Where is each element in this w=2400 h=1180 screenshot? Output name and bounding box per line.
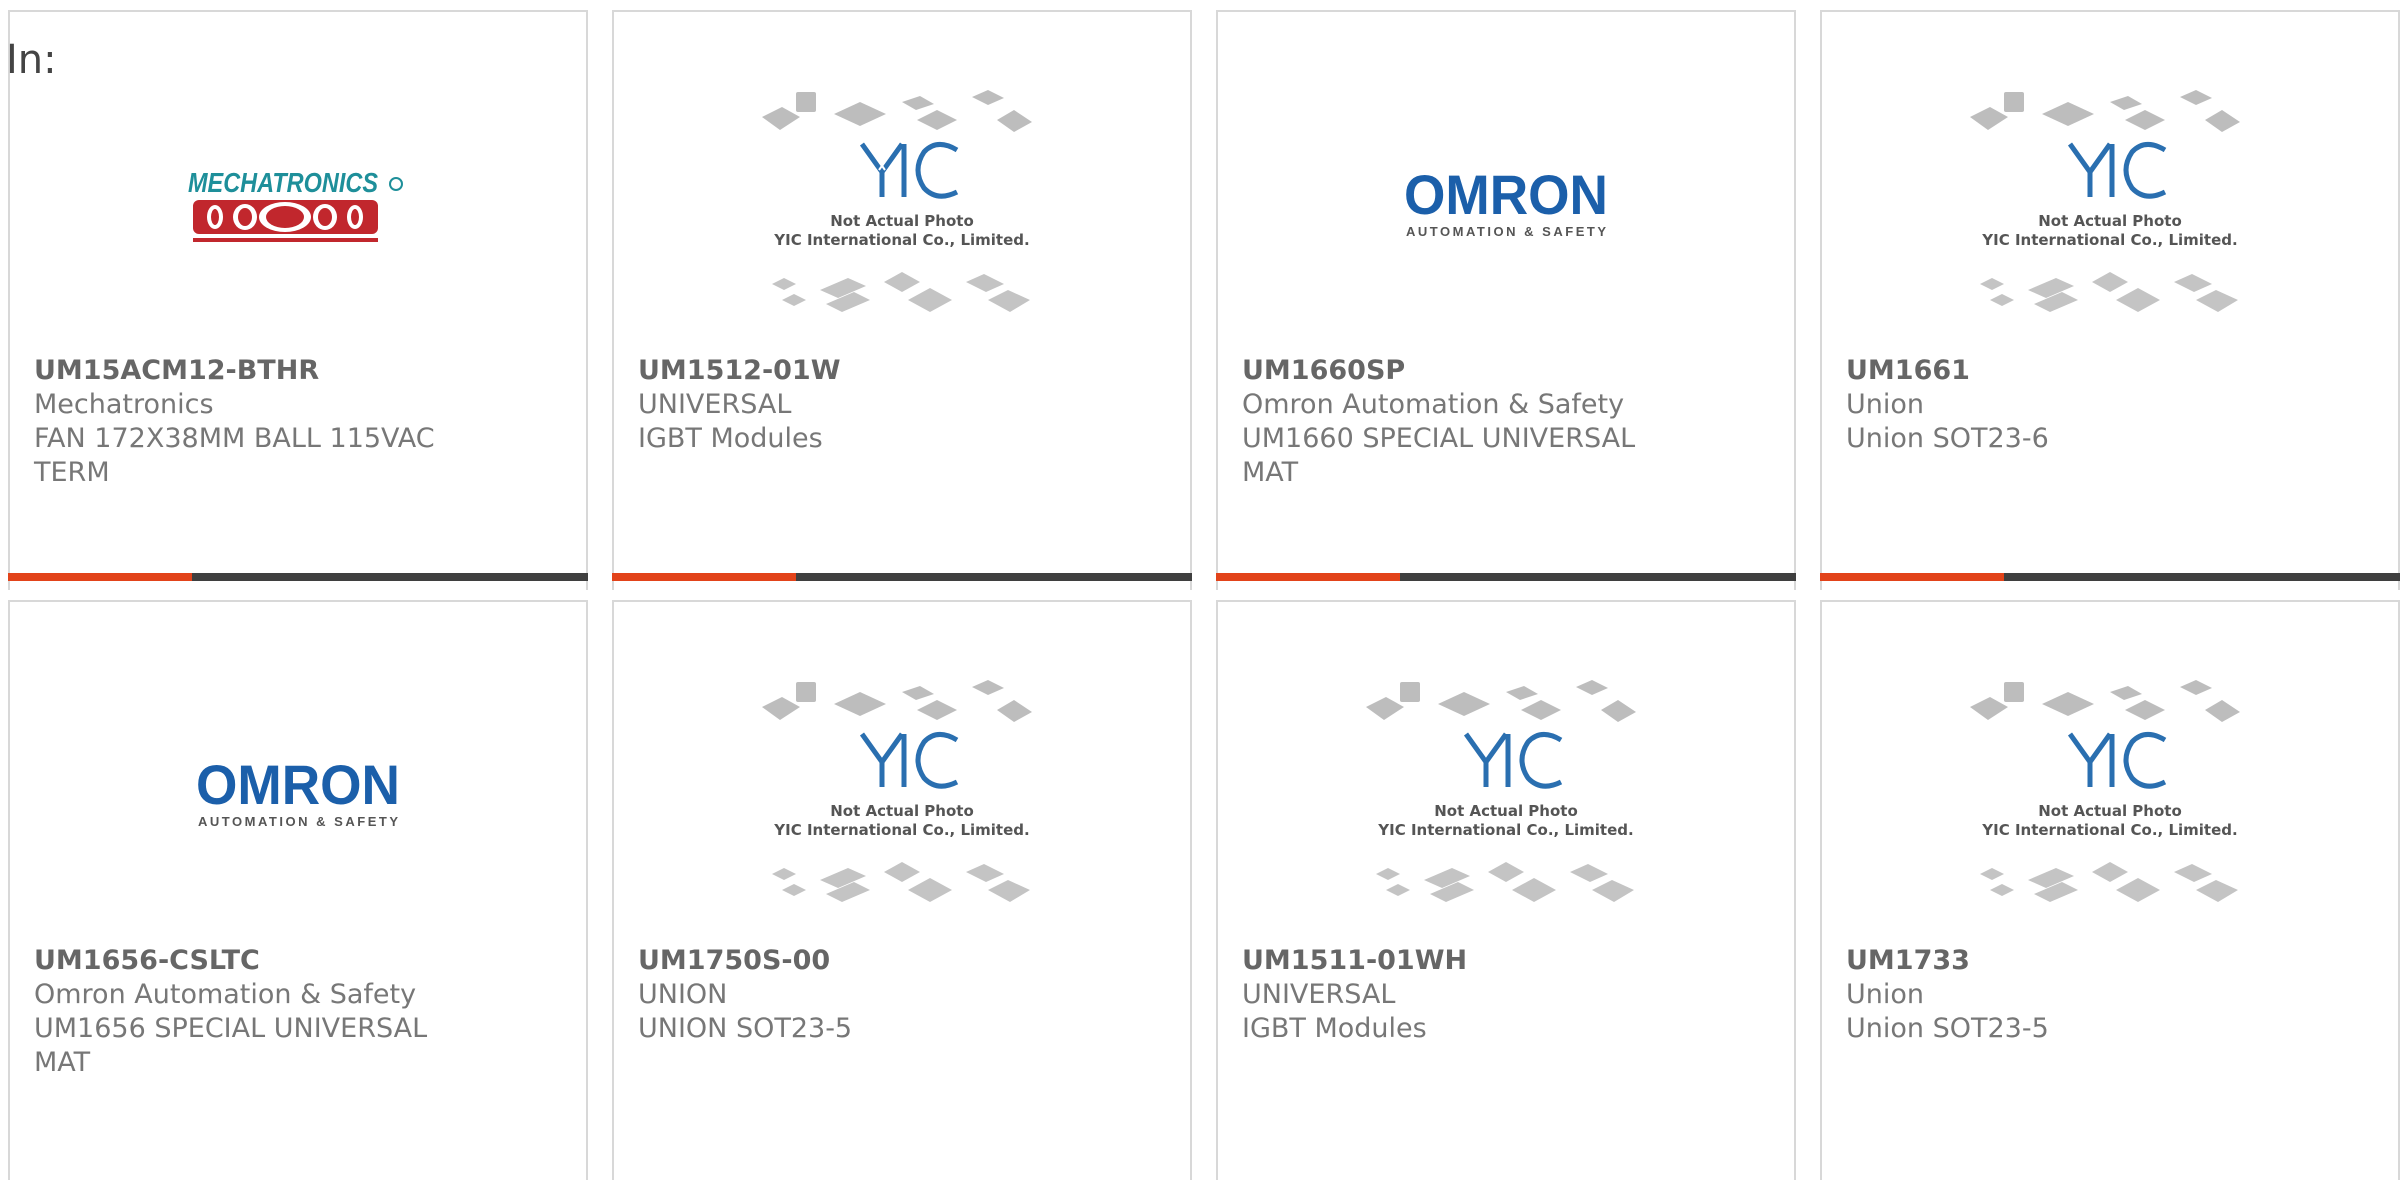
product-image[interactable]: OMRON AUTOMATION & SAFETY	[1218, 52, 1794, 362]
svg-text:YIC International Co., Limited: YIC International Co., Limited.	[1377, 821, 1633, 839]
svg-text:YIC International Co., Limited: YIC International Co., Limited.	[773, 821, 1029, 839]
description: IGBT Modules	[1242, 1013, 1427, 1044]
description: UM1656 SPECIAL UNIVERSAL MAT	[34, 1013, 428, 1078]
not-actual-photo-placeholder: Not Actual Photo YIC International Co., …	[762, 680, 1032, 902]
product-image[interactable]: Not Actual Photo YIC International Co., …	[1822, 52, 2398, 362]
product-card[interactable]: OMRON AUTOMATION & SAFETY UM1660SP Omron…	[1216, 10, 1796, 590]
product-card[interactable]: Not Actual Photo YIC International Co., …	[1216, 600, 1796, 1180]
manufacturer: Union	[1846, 979, 1925, 1010]
part-number[interactable]: UM15ACM12-BTHR	[34, 354, 562, 388]
part-number[interactable]: UM1733	[1846, 944, 2374, 978]
product-card[interactable]: Not Actual Photo YIC International Co., …	[1820, 10, 2400, 590]
svg-text:YIC International Co., Limited: YIC International Co., Limited.	[773, 231, 1029, 249]
card-accent-bar	[612, 573, 1192, 581]
product-image[interactable]: MECHATRONICS	[10, 52, 586, 362]
not-actual-photo-placeholder: Not Actual Photo YIC International Co., …	[1366, 680, 1636, 902]
description: Union SOT23-6	[1846, 423, 2049, 454]
card-accent-bar	[8, 573, 588, 581]
description: IGBT Modules	[638, 423, 823, 454]
product-grid: MECHATRONICS UM15ACM12-BTHR Mechatronics…	[0, 0, 2400, 1180]
product-info: UM1512-01W UNIVERSAL IGBT Modules	[638, 354, 1166, 456]
description: Union SOT23-5	[1846, 1013, 2049, 1044]
part-number[interactable]: UM1661	[1846, 354, 2374, 388]
product-card[interactable]: OMRON AUTOMATION & SAFETY UM1656-CSLTC O…	[8, 600, 588, 1180]
svg-text:MECHATRONICS: MECHATRONICS	[188, 167, 378, 198]
svg-text:Not Actual Photo: Not Actual Photo	[830, 212, 974, 230]
svg-text:AUTOMATION & SAFETY: AUTOMATION & SAFETY	[1406, 224, 1606, 239]
omron-logo: OMRON AUTOMATION & SAFETY	[1404, 163, 1608, 239]
card-accent-bar	[1216, 573, 1796, 581]
product-image[interactable]: Not Actual Photo YIC International Co., …	[614, 52, 1190, 362]
product-card[interactable]: MECHATRONICS UM15ACM12-BTHR Mechatronics…	[8, 10, 588, 590]
manufacturer: Union	[1846, 389, 1925, 420]
product-image[interactable]: Not Actual Photo YIC International Co., …	[1218, 642, 1794, 952]
product-image[interactable]: Not Actual Photo YIC International Co., …	[614, 642, 1190, 952]
svg-text:YIC International Co., Limited: YIC International Co., Limited.	[1981, 231, 2237, 249]
product-info: UM1511-01WH UNIVERSAL IGBT Modules	[1242, 944, 1770, 1046]
product-info: UM1661 Union Union SOT23-6	[1846, 354, 2374, 456]
mechatronics-logo: MECHATRONICS	[188, 167, 403, 242]
svg-text:Not Actual Photo: Not Actual Photo	[830, 802, 974, 820]
part-number[interactable]: UM1512-01W	[638, 354, 1166, 388]
part-number[interactable]: UM1750S-00	[638, 944, 1166, 978]
svg-text:Not Actual Photo: Not Actual Photo	[1434, 802, 1578, 820]
svg-text:Not Actual Photo: Not Actual Photo	[2038, 212, 2182, 230]
not-actual-photo-placeholder: Not Actual Photo YIC International Co., …	[1970, 90, 2240, 312]
manufacturer: Mechatronics	[34, 389, 214, 420]
product-info: UM1660SP Omron Automation & Safety UM166…	[1242, 354, 1770, 490]
description: UNION SOT23-5	[638, 1013, 853, 1044]
part-number[interactable]: UM1656-CSLTC	[34, 944, 562, 978]
svg-text:Not Actual Photo: Not Actual Photo	[2038, 802, 2182, 820]
product-card[interactable]: Not Actual Photo YIC International Co., …	[612, 10, 1192, 590]
omron-logo: OMRON AUTOMATION & SAFETY	[196, 753, 400, 829]
product-image[interactable]: Not Actual Photo YIC International Co., …	[1822, 642, 2398, 952]
product-info: UM1656-CSLTC Omron Automation & Safety U…	[34, 944, 562, 1080]
manufacturer: UNION	[638, 979, 728, 1010]
part-number[interactable]: UM1511-01WH	[1242, 944, 1770, 978]
product-card[interactable]: Not Actual Photo YIC International Co., …	[612, 600, 1192, 1180]
svg-text:AUTOMATION & SAFETY: AUTOMATION & SAFETY	[198, 814, 398, 829]
filter-label: In:	[6, 37, 57, 83]
svg-text:OMRON: OMRON	[1404, 163, 1608, 226]
product-info: UM1750S-00 UNION UNION SOT23-5	[638, 944, 1166, 1046]
not-actual-photo-placeholder: Not Actual Photo YIC International Co., …	[762, 90, 1032, 312]
description: UM1660 SPECIAL UNIVERSAL MAT	[1242, 423, 1636, 488]
product-card[interactable]: Not Actual Photo YIC International Co., …	[1820, 600, 2400, 1180]
product-info: UM1733 Union Union SOT23-5	[1846, 944, 2374, 1046]
manufacturer: Omron Automation & Safety	[34, 979, 417, 1010]
description: FAN 172X38MM BALL 115VAC TERM	[34, 423, 435, 488]
manufacturer: Omron Automation & Safety	[1242, 389, 1625, 420]
manufacturer: UNIVERSAL	[638, 389, 792, 420]
product-image[interactable]: OMRON AUTOMATION & SAFETY	[10, 642, 586, 952]
card-accent-bar	[1820, 573, 2400, 581]
svg-text:YIC International Co., Limited: YIC International Co., Limited.	[1981, 821, 2237, 839]
manufacturer: UNIVERSAL	[1242, 979, 1396, 1010]
svg-text:OMRON: OMRON	[196, 753, 400, 816]
part-number[interactable]: UM1660SP	[1242, 354, 1770, 388]
product-info: UM15ACM12-BTHR Mechatronics FAN 172X38MM…	[34, 354, 562, 490]
not-actual-photo-placeholder: Not Actual Photo YIC International Co., …	[1970, 680, 2240, 902]
